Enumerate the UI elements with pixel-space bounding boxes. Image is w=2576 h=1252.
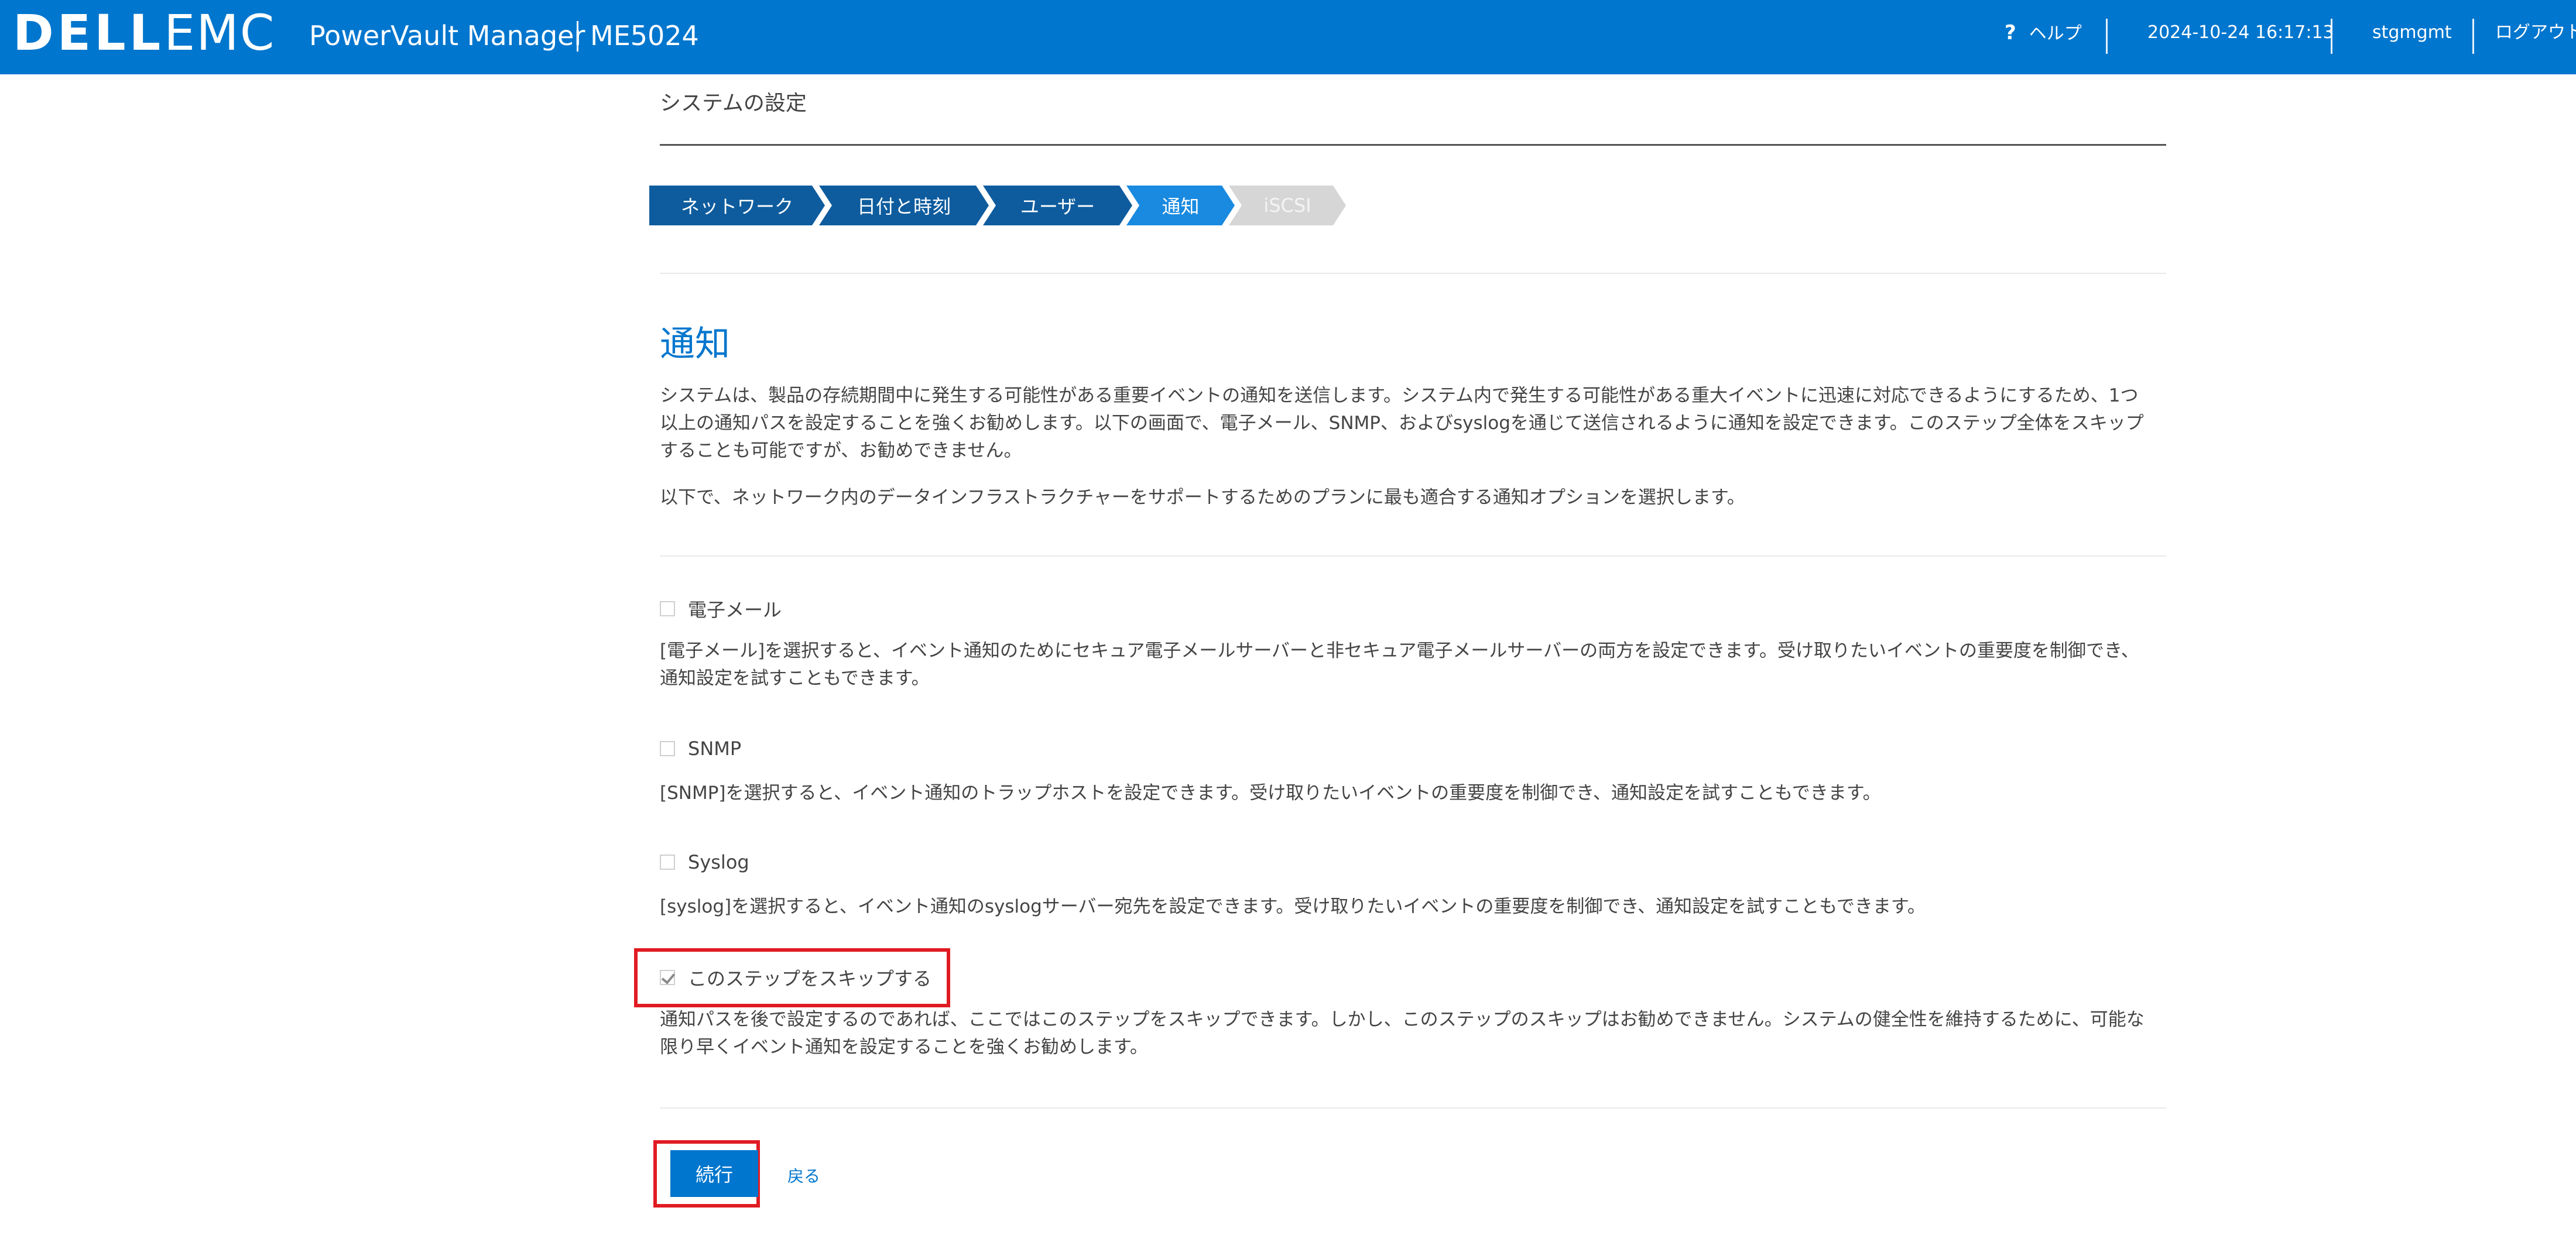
snmp-label: SNMP xyxy=(688,738,742,760)
wizard-step-iscsi: iSCSI xyxy=(1229,186,1346,225)
syslog-label: Syslog xyxy=(688,851,749,873)
logo-emc: EMC xyxy=(164,4,276,61)
intro-line: することも可能ですが、お勧めできません。 xyxy=(660,440,1022,461)
wizard-step-users[interactable]: ユーザー xyxy=(983,186,1132,225)
app-title: PowerVault Manager xyxy=(309,20,585,52)
logout-link[interactable]: ログアウト xyxy=(2495,22,2576,43)
intro-paragraph-2: 以下で、ネットワーク内のデータインフラストラクチャーをサポートするためのプランに… xyxy=(660,487,1745,508)
option-snmp[interactable]: SNMP xyxy=(660,738,741,760)
wizard-step-label: iSCSI xyxy=(1263,194,1311,217)
email-description: [電子メール]を選択すると、イベント通知のためにセキュア電子メールサーバーと非セ… xyxy=(660,637,2166,692)
desc-line: 通知パスを後で設定するのであれば、ここではこのステップをスキップできます。しかし… xyxy=(660,1009,2145,1030)
intro-line: システムは、製品の存続期間中に発生する可能性がある重要イベントの通知を送信します… xyxy=(660,385,2139,406)
header-divider xyxy=(2106,19,2108,54)
header-divider xyxy=(2472,19,2474,54)
title-divider xyxy=(577,21,578,52)
back-link[interactable]: 戻る xyxy=(787,1164,820,1187)
logo-dell: DELL xyxy=(13,4,165,61)
email-checkbox[interactable] xyxy=(660,601,675,616)
wizard-step-label: 通知 xyxy=(1162,195,1200,218)
wizard-step-date-time[interactable]: 日付と時刻 xyxy=(819,186,989,225)
model-name: ME5024 xyxy=(590,20,699,52)
skip-step-description: 通知パスを後で設定するのであれば、ここではこのステップをスキップできます。しかし… xyxy=(660,1006,2166,1061)
help-icon: ? xyxy=(2005,21,2016,44)
option-email[interactable]: 電子メール xyxy=(660,595,782,622)
section-heading: 通知 xyxy=(660,324,730,365)
wizard-step-label: 日付と時刻 xyxy=(857,195,951,218)
dell-emc-logo: DELLEMC xyxy=(13,8,274,57)
syslog-checkbox[interactable] xyxy=(660,855,675,870)
highlight-skip-step xyxy=(634,948,950,1007)
wizard-step-network[interactable]: ネットワーク xyxy=(649,186,825,225)
wizard-step-label: ユーザー xyxy=(1020,195,1095,218)
intro-line: 以上の通知パスを設定することを強くお勧めします。以下の画面で、電子メール、SNM… xyxy=(660,413,2144,434)
divider xyxy=(660,1107,2166,1109)
desc-line: [電子メール]を選択すると、イベント通知のためにセキュア電子メールサーバーと非セ… xyxy=(660,640,2139,661)
header-divider xyxy=(2331,19,2332,54)
wizard-step-label: ネットワーク xyxy=(680,195,793,218)
option-syslog[interactable]: Syslog xyxy=(660,851,749,873)
syslog-description: [syslog]を選択すると、イベント通知のsyslogサーバー宛先を設定できま… xyxy=(660,896,1926,917)
snmp-checkbox[interactable] xyxy=(660,741,675,756)
continue-button[interactable]: 続行 xyxy=(670,1150,758,1197)
divider xyxy=(660,273,2166,274)
title-divider-line xyxy=(660,144,2166,146)
wizard-steps: ネットワーク 日付と時刻 ユーザー 通知 iSCSI xyxy=(649,186,2171,225)
desc-line: 通知設定を試すこともできます。 xyxy=(660,668,930,689)
header-username[interactable]: stgmgmt xyxy=(2372,22,2452,43)
top-header: DELLEMC PowerVault Manager ME5024 ? ヘルプ 2… xyxy=(0,0,2576,74)
page-title: システムの設定 xyxy=(660,91,807,115)
desc-line: 限り早くイベント通知を設定することを強くお勧めします。 xyxy=(660,1037,1148,1058)
header-datetime: 2024-10-24 16:17:13 xyxy=(2147,22,2334,43)
snmp-description: [SNMP]を選択すると、イベント通知のトラップホストを設定できます。受け取りた… xyxy=(660,783,1881,804)
wizard-step-notifications[interactable]: 通知 xyxy=(1126,186,1235,225)
intro-paragraph: システムは、製品の存続期間中に発生する可能性がある重要イベントの通知を送信します… xyxy=(660,382,2166,465)
divider xyxy=(660,555,2166,557)
help-link[interactable]: ? ヘルプ xyxy=(2005,22,2082,44)
help-label: ヘルプ xyxy=(2029,23,2082,44)
email-label: 電子メール xyxy=(688,599,782,621)
